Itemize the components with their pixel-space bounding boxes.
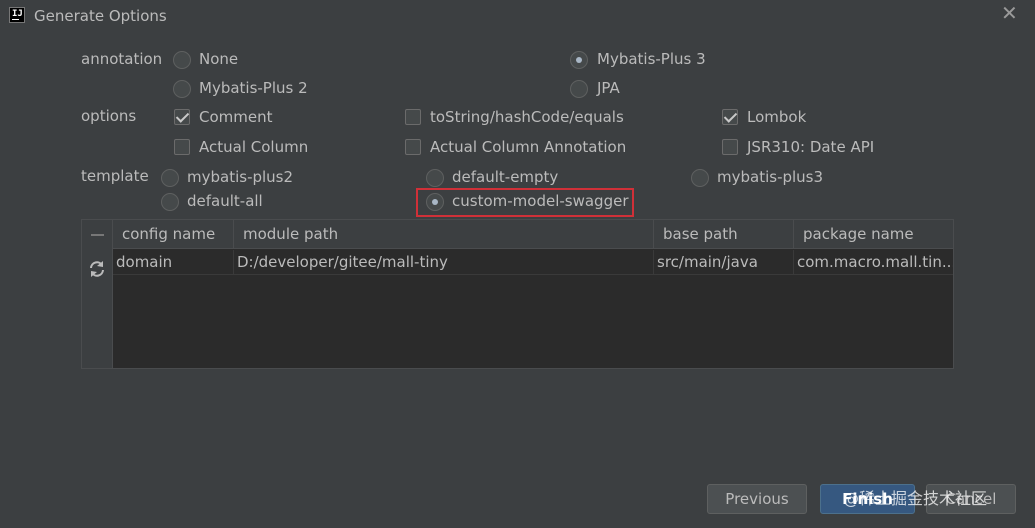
checkbox-lombok[interactable] [722, 109, 738, 125]
radio-template-mybatis-plus2-label[interactable]: mybatis-plus2 [187, 168, 293, 186]
checkbox-lombok-label[interactable]: Lombok [747, 108, 806, 126]
minus-icon[interactable] [91, 234, 104, 236]
cell-package-name[interactable]: com.macro.mall.tin... [794, 250, 953, 275]
cell-module-path[interactable]: D:/developer/gitee/mall-tiny [234, 250, 654, 275]
radio-template-mybatis-plus3[interactable] [691, 169, 709, 187]
finish-button[interactable]: Finish [820, 484, 915, 514]
intellij-app-icon: IJ [9, 7, 25, 23]
radio-annotation-jpa-label[interactable]: JPA [597, 79, 620, 97]
radio-annotation-mybatis-plus-3-label[interactable]: Mybatis-Plus 3 [597, 50, 706, 68]
radio-template-mybatis-plus3-label[interactable]: mybatis-plus3 [717, 168, 823, 186]
radio-template-default-all-label[interactable]: default-all [187, 192, 263, 210]
column-header-config-name[interactable]: config name [113, 220, 234, 249]
table-row[interactable]: domain D:/developer/gitee/mall-tiny src/… [113, 250, 953, 275]
radio-annotation-none-label[interactable]: None [199, 50, 238, 68]
refresh-icon[interactable] [87, 259, 107, 279]
radio-template-default-empty[interactable] [426, 169, 444, 187]
checkbox-actual-column-annotation[interactable] [405, 139, 421, 155]
checkbox-actual-column-annotation-label[interactable]: Actual Column Annotation [430, 138, 626, 156]
table-header: config name module path base path packag… [113, 220, 953, 249]
checkbox-comment[interactable] [174, 109, 190, 125]
checkbox-tostring[interactable] [405, 109, 421, 125]
cancel-button[interactable]: Cancel [926, 484, 1016, 514]
column-header-module-path[interactable]: module path [234, 220, 654, 249]
checkbox-actual-column[interactable] [174, 139, 190, 155]
highlight-box [416, 188, 634, 217]
radio-annotation-none[interactable] [173, 51, 191, 69]
title-bar: IJ Generate Options ✕ [0, 0, 1035, 34]
window-title: Generate Options [34, 7, 167, 25]
radio-annotation-mybatis-plus-2-label[interactable]: Mybatis-Plus 2 [199, 79, 308, 97]
radio-annotation-mybatis-plus-3[interactable] [570, 51, 588, 69]
annotation-label: annotation [81, 50, 163, 68]
radio-annotation-mybatis-plus-2[interactable] [173, 80, 191, 98]
checkbox-jsr310[interactable] [722, 139, 738, 155]
previous-button[interactable]: Previous [707, 484, 807, 514]
table-toolbar [82, 220, 113, 368]
cell-base-path[interactable]: src/main/java [654, 250, 794, 275]
radio-template-default-all[interactable] [161, 193, 179, 211]
checkbox-actual-column-label[interactable]: Actual Column [199, 138, 308, 156]
radio-annotation-jpa[interactable] [570, 80, 588, 98]
checkbox-comment-label[interactable]: Comment [199, 108, 273, 126]
radio-template-mybatis-plus2[interactable] [161, 169, 179, 187]
template-label: template [81, 167, 149, 185]
options-label: options [81, 107, 137, 125]
cell-config-name[interactable]: domain [113, 250, 234, 275]
column-header-package-name[interactable]: package name [794, 220, 953, 249]
checkbox-tostring-label[interactable]: toString/hashCode/equals [430, 108, 624, 126]
close-icon[interactable]: ✕ [1001, 3, 1018, 23]
radio-template-default-empty-label[interactable]: default-empty [452, 168, 558, 186]
column-header-base-path[interactable]: base path [654, 220, 794, 249]
checkbox-jsr310-label[interactable]: JSR310: Date API [747, 138, 874, 156]
